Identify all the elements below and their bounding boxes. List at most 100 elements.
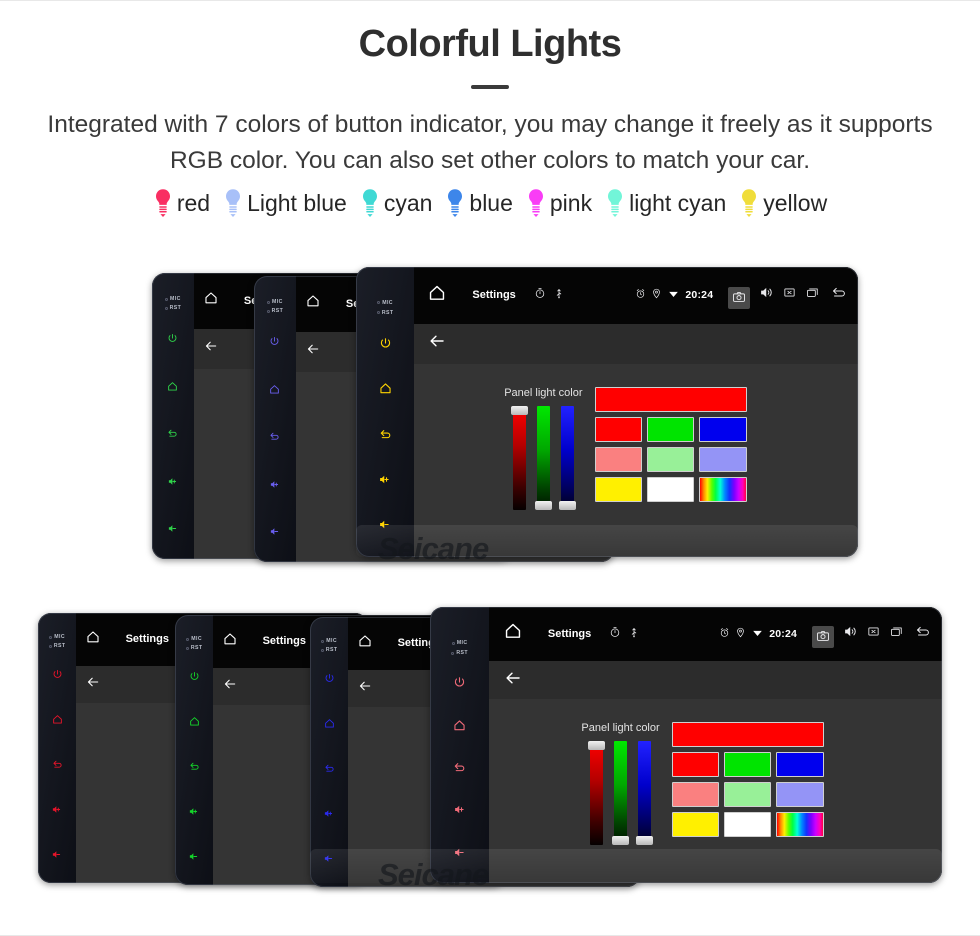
- back-button[interactable]: [913, 624, 932, 644]
- power-icon[interactable]: [269, 336, 280, 347]
- volume-down-icon[interactable]: [187, 851, 201, 862]
- close-button[interactable]: [867, 625, 880, 643]
- recents-button[interactable]: [805, 286, 820, 304]
- red-slider[interactable]: [588, 741, 606, 846]
- back-curve-icon[interactable]: [52, 759, 63, 770]
- green-slider-knob[interactable]: [534, 501, 552, 511]
- home-icon[interactable]: [358, 634, 372, 648]
- volume-down-icon[interactable]: [166, 523, 180, 534]
- recents-button[interactable]: [889, 625, 904, 643]
- close-icon[interactable]: [783, 286, 796, 299]
- home-outline-icon[interactable]: [269, 384, 280, 395]
- home-outline-icon[interactable]: [324, 718, 335, 729]
- back-arrow-icon[interactable]: [428, 332, 446, 350]
- back-curve-icon[interactable]: [269, 431, 280, 442]
- power-icon[interactable]: [167, 333, 178, 344]
- power-icon[interactable]: [453, 676, 466, 689]
- back-arrow-icon[interactable]: [204, 339, 218, 353]
- back-arrow-icon[interactable]: [504, 669, 522, 687]
- home-outline-icon[interactable]: [453, 719, 466, 732]
- home-outline-icon[interactable]: [52, 714, 63, 725]
- back-arrow-button[interactable]: [358, 679, 372, 698]
- home-icon[interactable]: [86, 630, 100, 644]
- red-slider-knob[interactable]: [510, 406, 528, 416]
- rst-indicator[interactable]: RST: [254, 308, 296, 314]
- swatch-0-0[interactable]: [594, 417, 642, 443]
- volume-up-icon[interactable]: [377, 473, 393, 486]
- back-arrow-button[interactable]: [204, 339, 218, 358]
- home-outline-icon[interactable]: [269, 384, 280, 395]
- volume-down-icon[interactable]: [187, 851, 201, 862]
- blue-slider-knob[interactable]: [558, 501, 576, 511]
- red-slider[interactable]: [510, 406, 528, 511]
- home-icon[interactable]: [223, 632, 237, 646]
- swatch-1-1[interactable]: [724, 782, 772, 808]
- camera-button[interactable]: [812, 625, 835, 648]
- back-arrow-icon[interactable]: [306, 342, 320, 356]
- rst-indicator[interactable]: RST: [38, 643, 76, 649]
- volume-up-icon[interactable]: [377, 473, 393, 486]
- camera-button[interactable]: [728, 287, 751, 310]
- back-curve-icon[interactable]: [189, 761, 200, 772]
- power-icon[interactable]: [324, 673, 335, 684]
- volume-down-icon[interactable]: [166, 523, 180, 534]
- back-button[interactable]: [829, 285, 848, 305]
- swatch-1-2[interactable]: [776, 782, 824, 808]
- volume-up-icon[interactable]: [166, 476, 180, 487]
- back-curve-icon[interactable]: [269, 431, 280, 442]
- recents-icon[interactable]: [889, 625, 904, 638]
- volume-down-icon[interactable]: [322, 853, 336, 864]
- home-outline-icon[interactable]: [189, 716, 200, 727]
- volume-down-icon[interactable]: [322, 853, 336, 864]
- swatch-0-2[interactable]: [776, 752, 824, 778]
- power-icon[interactable]: [379, 337, 392, 350]
- power-icon[interactable]: [453, 676, 466, 689]
- home-outline-icon[interactable]: [453, 719, 466, 732]
- swatch-2-1[interactable]: [724, 812, 772, 838]
- swatch-0-2[interactable]: [699, 417, 747, 443]
- swatch-2-2[interactable]: [699, 477, 747, 503]
- home-button[interactable]: [306, 294, 320, 313]
- blue-slider[interactable]: [558, 406, 576, 511]
- home-button[interactable]: [504, 622, 522, 645]
- home-icon[interactable]: [428, 284, 446, 302]
- rst-indicator[interactable]: RST: [152, 305, 194, 311]
- home-outline-icon[interactable]: [379, 382, 392, 395]
- back-arrow-button[interactable]: [223, 677, 237, 696]
- volume-up-icon[interactable]: [452, 803, 468, 816]
- volume-down-icon[interactable]: [50, 849, 64, 860]
- home-outline-icon[interactable]: [167, 381, 178, 392]
- home-button[interactable]: [428, 284, 446, 307]
- volume-down-icon[interactable]: [377, 518, 393, 531]
- back-arrow-icon[interactable]: [223, 677, 237, 691]
- volume-up-icon[interactable]: [322, 808, 336, 819]
- close-button[interactable]: [783, 286, 796, 304]
- volume-icon[interactable]: [759, 285, 774, 300]
- home-outline-icon[interactable]: [324, 718, 335, 729]
- swatch-2-0[interactable]: [671, 812, 720, 838]
- power-icon[interactable]: [52, 669, 63, 680]
- back-curve-icon[interactable]: [167, 428, 178, 439]
- home-button[interactable]: [358, 634, 372, 653]
- rst-indicator[interactable]: RST: [310, 647, 348, 653]
- power-icon[interactable]: [189, 671, 200, 682]
- power-icon[interactable]: [167, 333, 178, 344]
- volume-up-icon[interactable]: [322, 808, 336, 819]
- swatch-0-0[interactable]: [671, 752, 720, 778]
- blue-slider-knob[interactable]: [636, 836, 654, 846]
- green-slider-knob[interactable]: [612, 836, 630, 846]
- volume-down-icon[interactable]: [377, 518, 393, 531]
- power-icon[interactable]: [269, 336, 280, 347]
- volume-up-icon[interactable]: [452, 803, 468, 816]
- power-icon[interactable]: [52, 669, 63, 680]
- back-curve-icon[interactable]: [167, 428, 178, 439]
- back-icon[interactable]: [913, 624, 932, 639]
- swatch-1-2[interactable]: [699, 447, 747, 473]
- swatch-1-1[interactable]: [647, 447, 695, 473]
- home-icon[interactable]: [504, 622, 522, 640]
- home-icon[interactable]: [204, 291, 218, 305]
- volume-up-icon[interactable]: [187, 806, 201, 817]
- close-icon[interactable]: [867, 625, 880, 638]
- volume-up-icon[interactable]: [187, 806, 201, 817]
- home-outline-icon[interactable]: [379, 382, 392, 395]
